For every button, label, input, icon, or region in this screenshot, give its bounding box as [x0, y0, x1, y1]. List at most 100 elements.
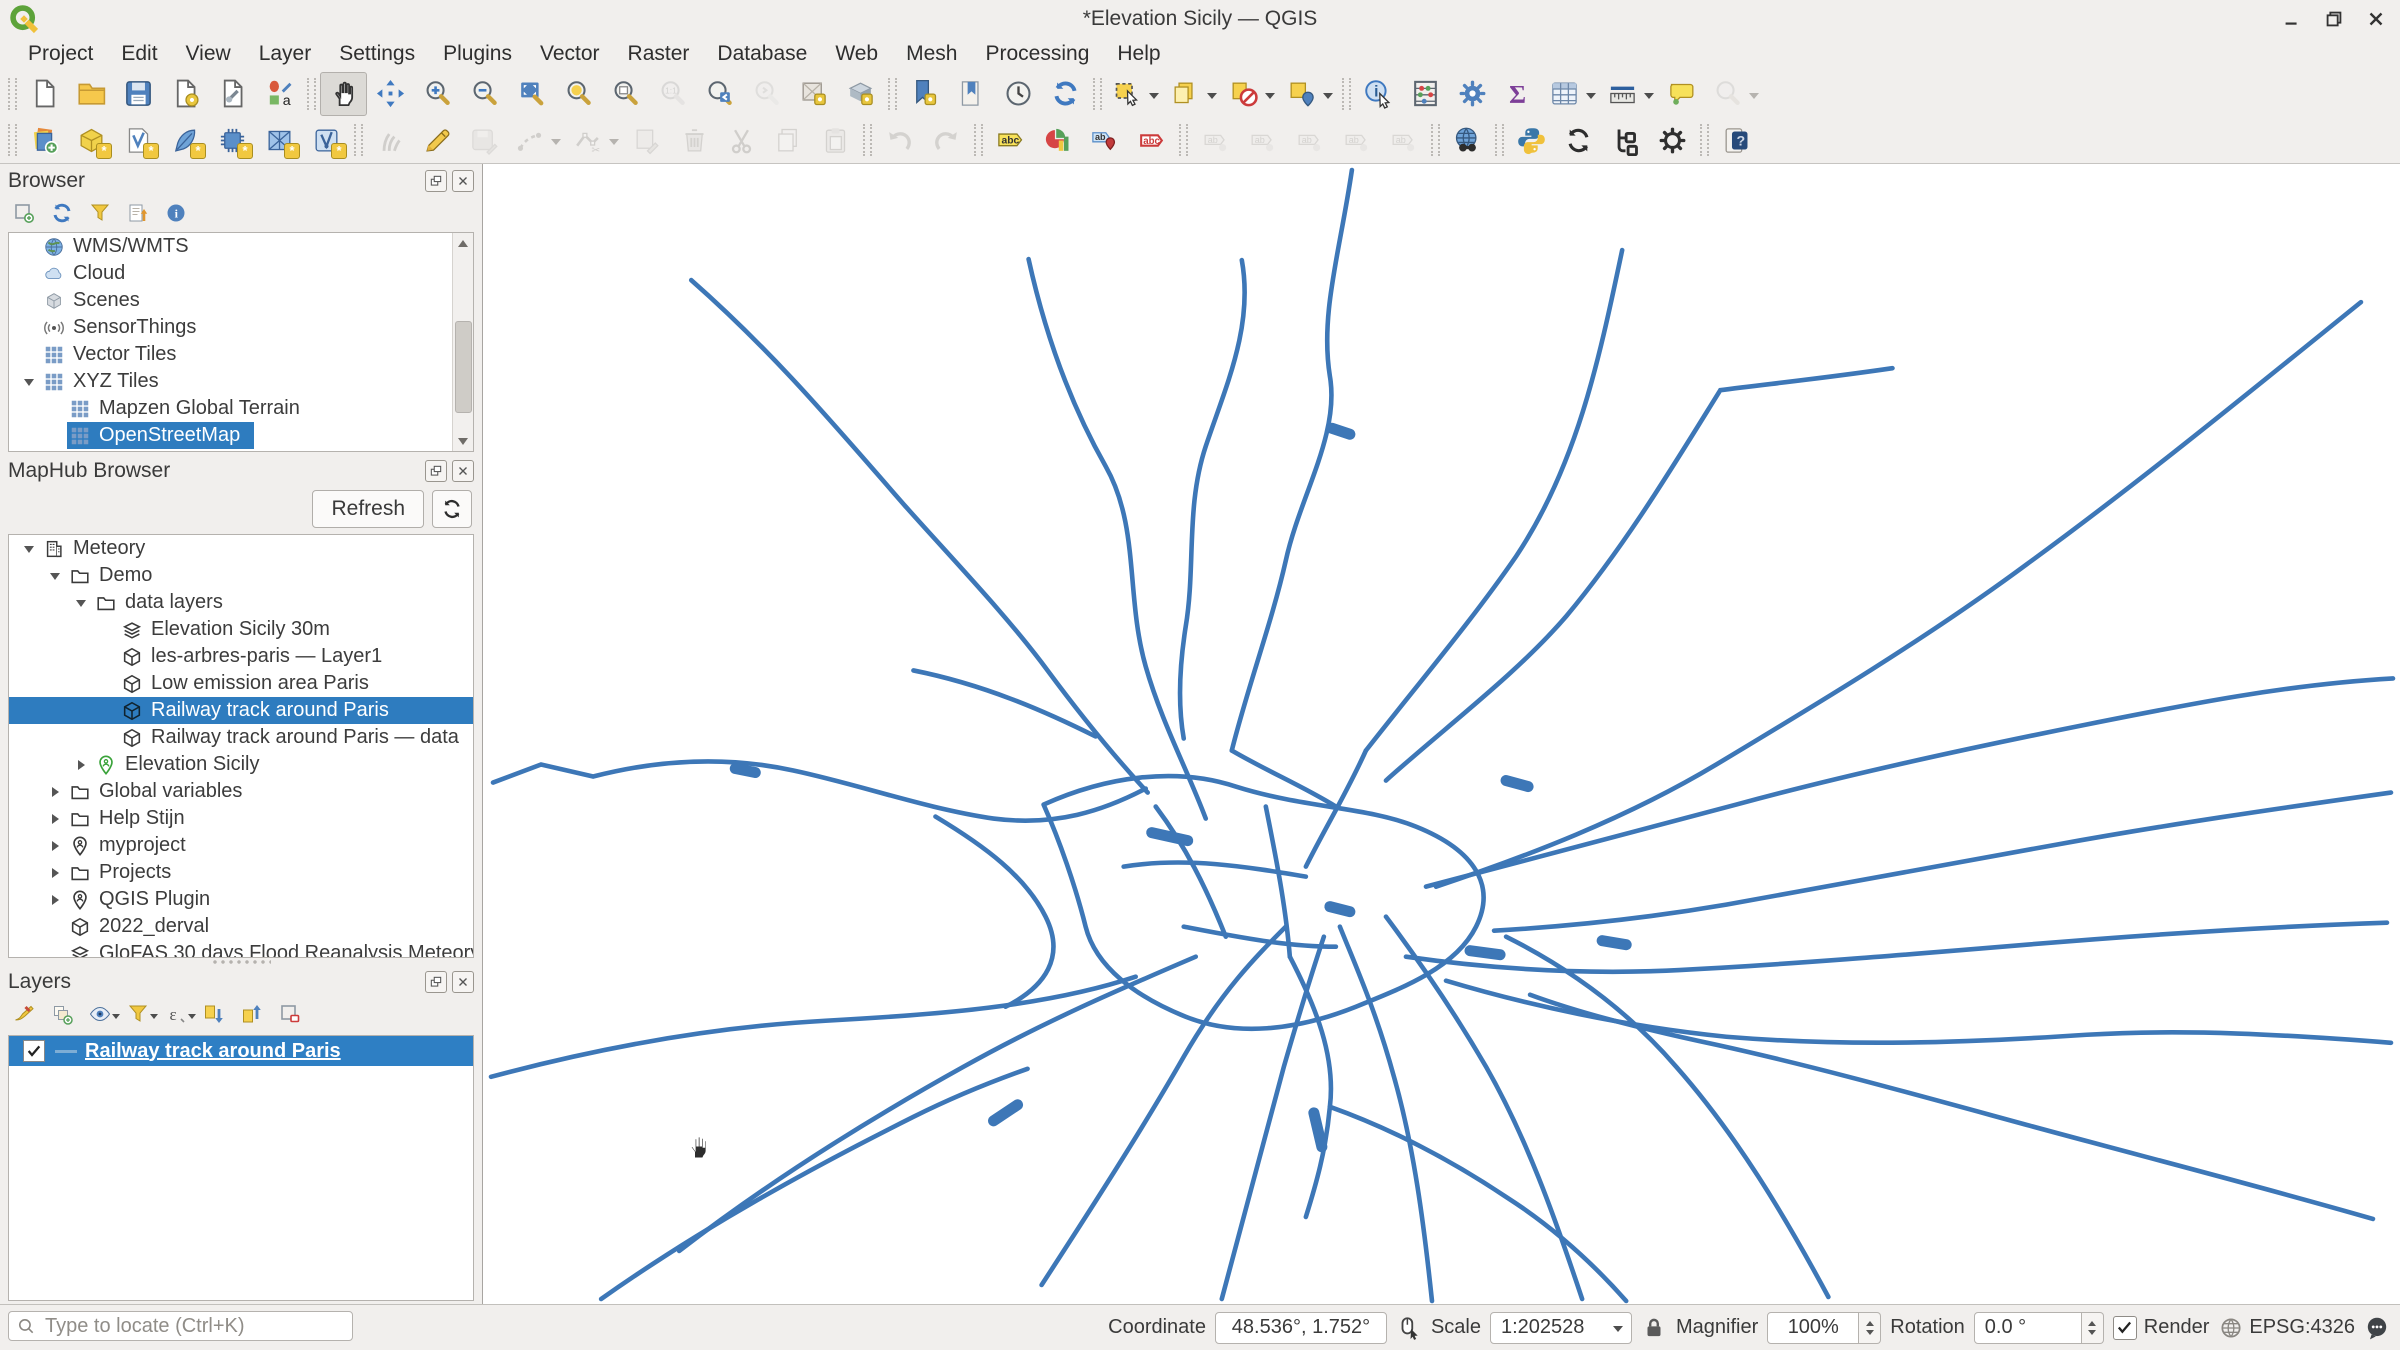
pan-map-button[interactable] — [320, 72, 367, 116]
new-map-view-button[interactable] — [790, 72, 837, 116]
tree-item-wms-wmts[interactable]: WMS/WMTS — [9, 233, 473, 260]
layer-diagram-options-button[interactable] — [1034, 118, 1081, 162]
manage-map-themes-button[interactable] — [86, 1000, 114, 1028]
new-3d-map-view-button[interactable] — [837, 72, 884, 116]
tree-item-elevation-sicily[interactable]: Elevation Sicily — [9, 751, 473, 778]
maphub-close-button[interactable] — [452, 460, 474, 482]
expander-icon[interactable] — [43, 895, 67, 905]
scroll-up-icon[interactable] — [453, 233, 473, 251]
coordinate-input[interactable]: 48.536°, 1.752° — [1215, 1312, 1387, 1344]
menu-view[interactable]: View — [172, 39, 245, 69]
new-spatial-bookmark-button[interactable] — [901, 72, 948, 116]
expander-icon[interactable] — [43, 787, 67, 797]
expander-icon[interactable] — [43, 868, 67, 878]
layers-close-button[interactable] — [452, 971, 474, 993]
show-layout-manager-button[interactable] — [209, 72, 256, 116]
zoom-out-button[interactable] — [461, 72, 508, 116]
rotation-stepper[interactable]: 0.0 ° — [1974, 1312, 2104, 1344]
expand-all-button[interactable] — [200, 1000, 228, 1028]
extent-toggle-icon[interactable] — [1396, 1315, 1422, 1341]
lock-scale-icon[interactable] — [1641, 1315, 1667, 1341]
dropdown-caret-icon[interactable] — [609, 139, 619, 150]
tree-item-scenes[interactable]: Scenes — [9, 287, 473, 314]
metasearch-button[interactable] — [1444, 118, 1491, 162]
zoom-last-button[interactable] — [696, 72, 743, 116]
browser-close-button[interactable] — [452, 170, 474, 192]
tree-item-qgis-plugin[interactable]: QGIS Plugin — [9, 886, 473, 913]
dropdown-caret-icon[interactable] — [1749, 93, 1759, 104]
toggle-editing-button[interactable] — [414, 118, 461, 162]
tree-item-les-arbres-paris-layer1[interactable]: les-arbres-paris — Layer1 — [9, 643, 473, 670]
tree-item-elevation-sicily-30m[interactable]: Elevation Sicily 30m — [9, 616, 473, 643]
tree-item-2022-derval[interactable]: 2022_derval — [9, 913, 473, 940]
toolbar-grip[interactable] — [974, 124, 983, 156]
dropdown-caret-icon[interactable] — [1207, 93, 1217, 104]
toolbar-grip[interactable] — [8, 78, 17, 110]
show-spatial-bookmarks-button[interactable] — [948, 72, 995, 116]
expander-icon[interactable] — [43, 814, 67, 824]
tree-item-projects[interactable]: Projects — [9, 859, 473, 886]
tree-item-xyz-tiles[interactable]: XYZ Tiles — [9, 368, 473, 395]
toolbar-grip[interactable] — [354, 124, 363, 156]
dropdown-caret-icon[interactable] — [1644, 93, 1654, 104]
zoom-full-button[interactable] — [508, 72, 555, 116]
menu-plugins[interactable]: Plugins — [429, 39, 526, 69]
expander-icon[interactable] — [17, 540, 41, 558]
collapse-all-browser-button[interactable] — [124, 199, 152, 227]
maphub-refresh-button[interactable]: Refresh — [312, 490, 424, 528]
scale-combo[interactable]: 1:202528 — [1490, 1312, 1632, 1344]
menu-edit[interactable]: Edit — [107, 39, 171, 69]
dropdown-caret-icon[interactable] — [1265, 93, 1275, 104]
scroll-down-icon[interactable] — [453, 433, 473, 451]
plugin-settings-button[interactable] — [1649, 118, 1696, 162]
tree-item-openstreetmap[interactable]: OpenStreetMap — [9, 422, 473, 449]
menu-settings[interactable]: Settings — [325, 39, 429, 69]
expander-icon[interactable] — [17, 373, 41, 391]
maphub-float-button[interactable] — [425, 460, 447, 482]
menu-vector[interactable]: Vector — [526, 39, 614, 69]
map-canvas[interactable] — [482, 164, 2400, 1305]
temporal-controller-button[interactable] — [995, 72, 1042, 116]
tree-item-cloud[interactable]: Cloud — [9, 260, 473, 287]
menu-web[interactable]: Web — [821, 39, 892, 69]
tree-item-help-stijn[interactable]: Help Stijn — [9, 805, 473, 832]
browser-properties-button[interactable]: i — [162, 199, 190, 227]
statistical-summary-button[interactable]: Σ — [1496, 72, 1543, 116]
open-attribute-table-button[interactable] — [1543, 73, 1601, 115]
python-console-button[interactable] — [1508, 118, 1555, 162]
style-manager-button[interactable]: a — [256, 72, 303, 116]
new-project-button[interactable] — [21, 72, 68, 116]
new-mesh-layer-button[interactable]: * — [256, 118, 303, 162]
filter-browser-button[interactable] — [86, 199, 114, 227]
toolbar-grip[interactable] — [307, 78, 316, 110]
maphub-sync-button[interactable] — [432, 490, 472, 528]
refresh-browser-button[interactable] — [48, 199, 76, 227]
render-checkbox[interactable] — [2113, 1316, 2137, 1340]
filter-legend-button[interactable] — [124, 1000, 152, 1028]
layers-float-button[interactable] — [425, 971, 447, 993]
tree-item-mapzen-global-terrain[interactable]: Mapzen Global Terrain — [9, 395, 473, 422]
layer-visibility-checkbox[interactable] — [23, 1040, 45, 1062]
tree-item-global-variables[interactable]: Global variables — [9, 778, 473, 805]
identify-features-button[interactable]: i — [1355, 72, 1402, 116]
messages-icon[interactable] — [2364, 1315, 2390, 1341]
zoom-to-selection-button[interactable] — [555, 72, 602, 116]
toolbar-grip[interactable] — [1700, 124, 1709, 156]
browser-float-button[interactable] — [425, 170, 447, 192]
menu-processing[interactable]: Processing — [971, 39, 1103, 69]
tree-item-item[interactable] — [9, 449, 473, 452]
crs-status-button[interactable]: EPSG:4326 — [2218, 1315, 2355, 1341]
layer-item-railway-track-around-paris[interactable]: Railway track around Paris — [9, 1036, 473, 1066]
expander-icon[interactable] — [43, 841, 67, 851]
layer-labeling-options-button[interactable]: abc — [987, 118, 1034, 162]
map-tips-button[interactable] — [1659, 72, 1706, 116]
menu-mesh[interactable]: Mesh — [892, 39, 971, 69]
refresh-map-button[interactable] — [1042, 72, 1089, 116]
tree-item-myproject[interactable]: myproject — [9, 832, 473, 859]
tree-item-low-emission-area-paris[interactable]: Low emission area Paris — [9, 670, 473, 697]
scroll-thumb[interactable] — [455, 321, 472, 413]
maphub-refresh-button[interactable] — [1555, 118, 1602, 162]
browser-scrollbar[interactable] — [452, 233, 473, 451]
save-project-button[interactable] — [115, 72, 162, 116]
toolbar-grip[interactable] — [1093, 78, 1102, 110]
